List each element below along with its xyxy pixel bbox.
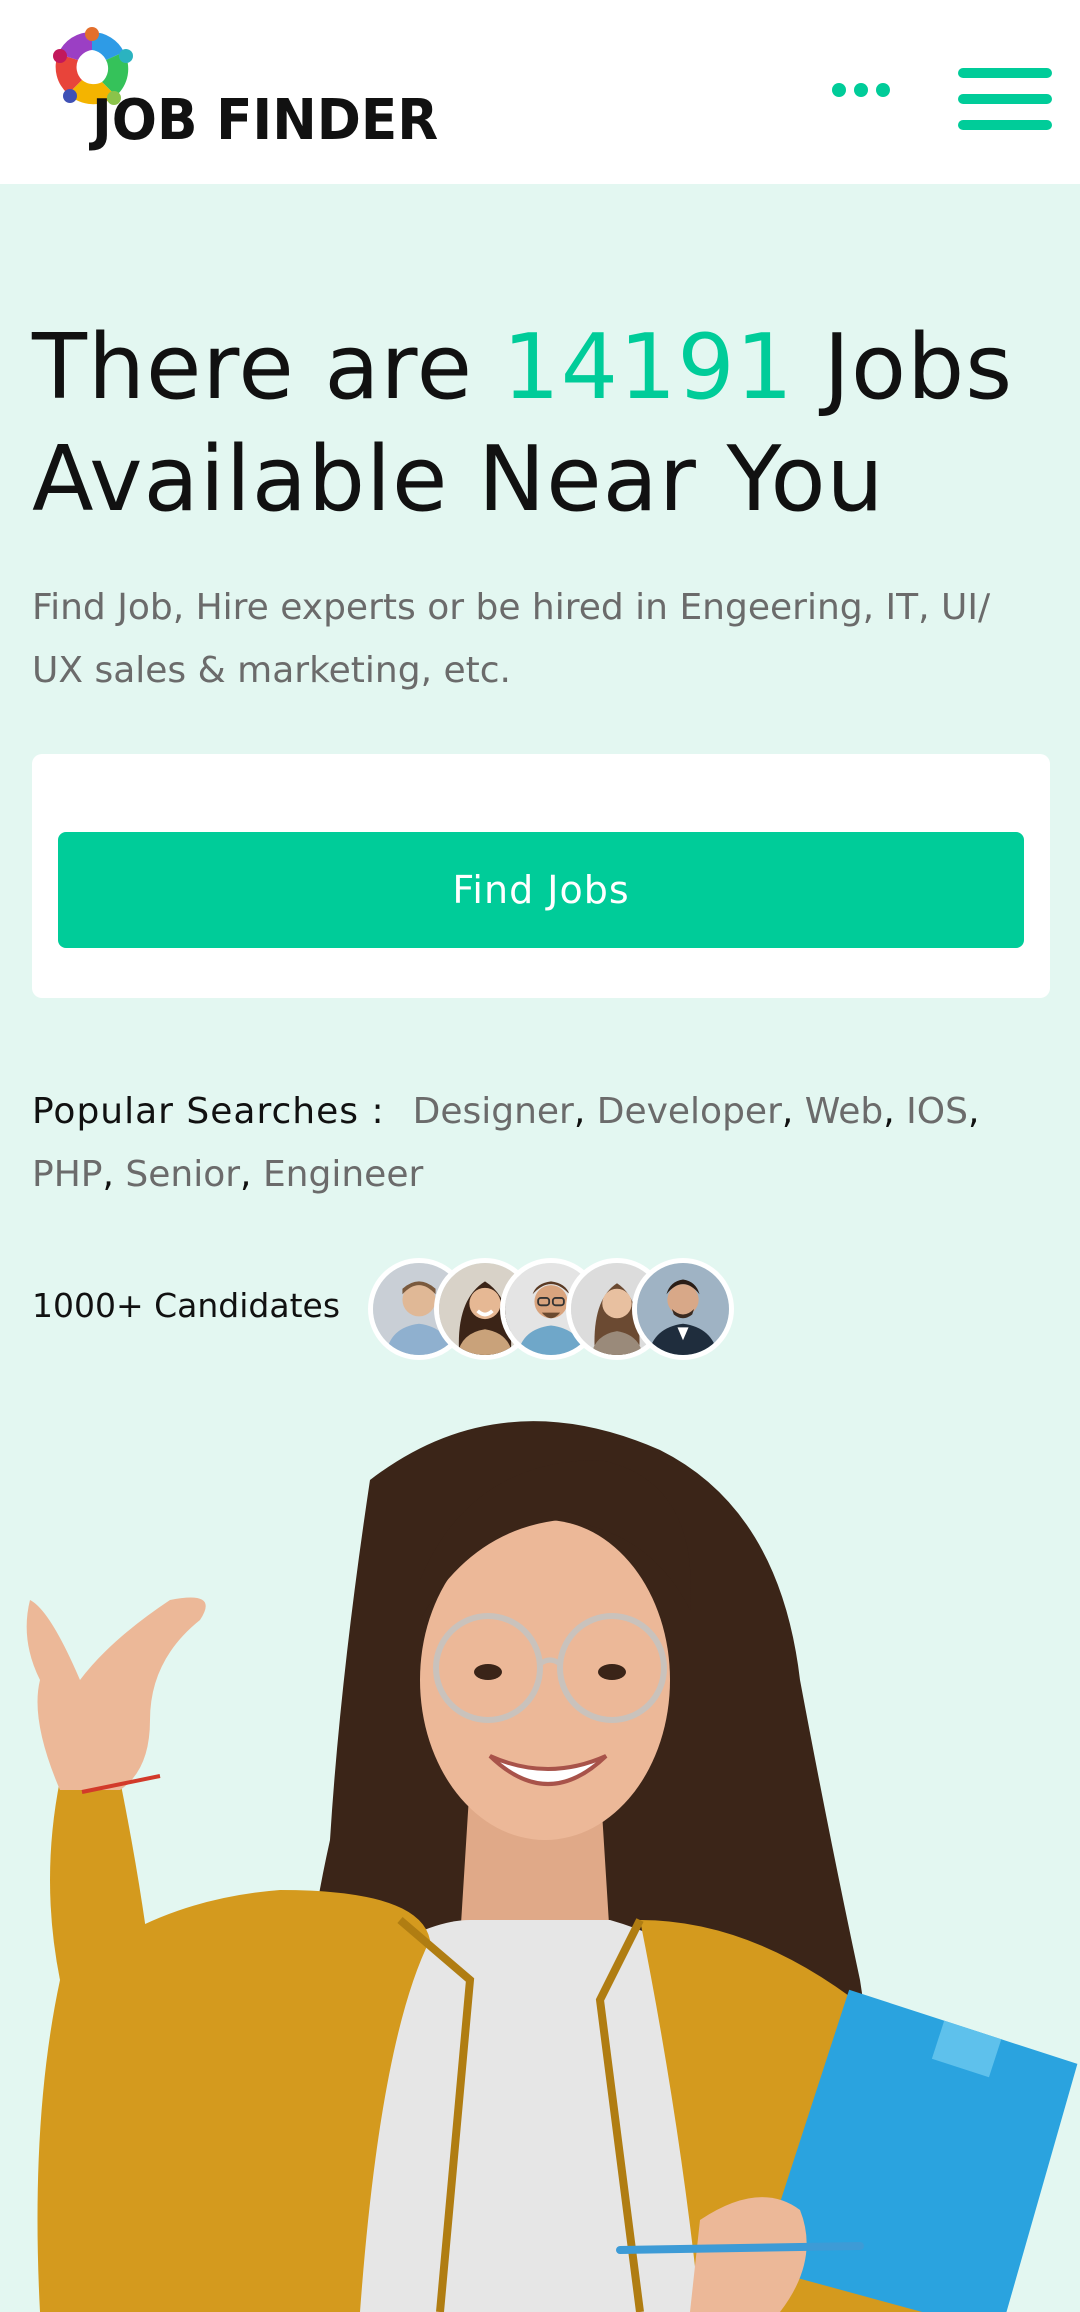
more-dot	[876, 83, 890, 97]
hero-title: There are 14191 Jobs Available Near You	[32, 312, 1052, 536]
popular-searches-label: Popular Searches :	[32, 1091, 385, 1132]
job-count: 14191	[502, 315, 794, 420]
avatar	[632, 1258, 734, 1360]
candidate-avatars	[368, 1258, 738, 1360]
menu-bar	[958, 94, 1052, 104]
popular-search-developer[interactable]: Developer	[597, 1091, 782, 1132]
popular-searches: Popular Searches : Designer, Developer, W…	[32, 1080, 1052, 1206]
hero-subtitle: Find Job, Hire experts or be hired in En…	[32, 587, 991, 691]
site-header: JOB FINDER	[0, 0, 1080, 184]
popular-search-engineer[interactable]: Engineer	[263, 1154, 423, 1195]
separator: ,	[102, 1154, 126, 1195]
more-dot	[854, 83, 868, 97]
separator: ,	[240, 1154, 263, 1195]
popular-search-designer[interactable]: Designer	[413, 1091, 574, 1132]
popular-search-senior[interactable]: Senior	[125, 1154, 240, 1195]
menu-bar	[958, 120, 1052, 130]
hero-title-before: There are	[32, 315, 503, 420]
logo[interactable]: JOB FINDER	[50, 26, 438, 156]
separator: ,	[967, 1091, 980, 1132]
popular-search-php[interactable]: PHP	[32, 1154, 103, 1195]
more-options-button[interactable]	[826, 70, 896, 110]
find-jobs-button[interactable]: Find Jobs	[58, 832, 1024, 948]
search-card: Find Jobs	[32, 754, 1050, 998]
hero-woman-image	[26, 1421, 1078, 2312]
hamburger-menu-button[interactable]	[958, 68, 1052, 130]
candidates-label: 1000+ Candidates	[32, 1286, 341, 1325]
more-dots-icon	[832, 83, 846, 97]
separator: ,	[573, 1091, 597, 1132]
popular-search-ios[interactable]: IOS	[906, 1091, 968, 1132]
logo-text: JOB FINDER	[92, 88, 439, 153]
separator: ,	[883, 1091, 907, 1132]
popular-search-web[interactable]: Web	[805, 1091, 884, 1132]
hamburger-menu-icon	[958, 68, 1052, 78]
separator: ,	[781, 1091, 805, 1132]
